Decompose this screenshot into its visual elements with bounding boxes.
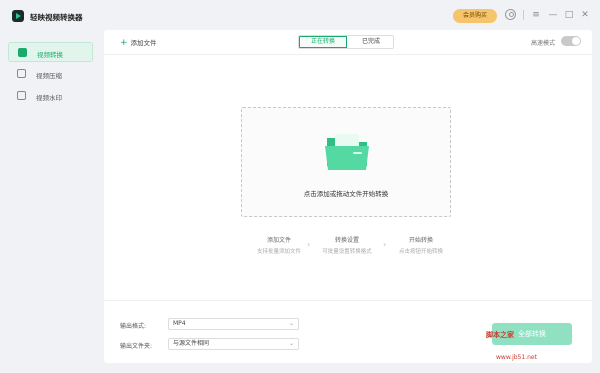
title-bar: 轻映视频转换器 会员购买 ≡ — □ ✕	[0, 0, 600, 32]
video-convert-icon	[18, 48, 27, 57]
watermark-icon	[17, 91, 26, 100]
dropzone-text: 点击添加或拖动文件开始转换	[303, 190, 389, 198]
vip-purchase-button[interactable]: 会员购买	[453, 9, 497, 23]
output-format-label: 输出格式:	[120, 323, 147, 330]
step-convert-settings: 转换设置 可批量设置转换格式	[312, 235, 382, 255]
sidebar: 视频转换 视频压缩 视频水印	[0, 32, 100, 373]
file-dropzone[interactable]: 点击添加或拖动文件开始转换	[241, 107, 451, 217]
site-watermark-url: www.jb51.net	[496, 354, 537, 361]
output-folder-label: 输出文件夹:	[120, 343, 153, 350]
site-watermark: 脚本之家	[486, 331, 514, 339]
step-desc: 支持批量添加文件	[256, 249, 301, 255]
step-desc: 点击按钮开始转换	[398, 249, 443, 255]
add-file-button[interactable]: + 添加文件	[120, 37, 157, 48]
chevron-down-icon: ⌄	[288, 340, 294, 347]
plus-icon: +	[120, 38, 128, 48]
output-folder-value: 与源文件相同	[173, 340, 210, 347]
video-compress-icon	[17, 69, 26, 78]
tab-completed[interactable]: 已完成	[347, 36, 393, 48]
chevron-right-icon: ›	[307, 240, 311, 249]
step-add-file: 添加文件 支持批量添加文件	[244, 235, 314, 255]
fast-mode-label: 高速模式	[531, 40, 556, 47]
add-file-label: 添加文件	[130, 39, 157, 47]
header-divider	[104, 54, 592, 55]
sidebar-item-video-convert[interactable]: 视频转换	[8, 42, 93, 62]
main-panel: + 添加文件 正在转换 已完成 高速模式 点击添加或拖动文件开始转换 添加文件 支…	[104, 30, 592, 363]
step-title: 转换设置	[334, 237, 359, 244]
steps-guide: 添加文件 支持批量添加文件 › 转换设置 可批量设置转换格式 › 开始转换 点击…	[104, 235, 592, 255]
tab-converting[interactable]: 正在转换	[299, 36, 347, 48]
menu-icon[interactable]: ≡	[530, 9, 542, 21]
folder-icon	[325, 134, 369, 170]
output-format-select[interactable]: MP4 ⌄	[168, 318, 299, 330]
sidebar-item-label: 视频转换	[37, 51, 63, 59]
footer-divider	[104, 300, 592, 301]
sidebar-item-video-compress[interactable]: 视频压缩	[8, 64, 93, 84]
step-desc: 可批量设置转换格式	[322, 249, 372, 255]
output-format-value: MP4	[173, 320, 186, 327]
step-title: 开始转换	[408, 237, 433, 244]
close-icon[interactable]: ✕	[579, 9, 591, 21]
step-title: 添加文件	[266, 237, 291, 244]
fast-mode-toggle[interactable]	[561, 36, 581, 46]
maximize-icon[interactable]: □	[563, 9, 575, 21]
status-tabs: 正在转换 已完成	[298, 35, 394, 49]
chevron-down-icon: ⌄	[288, 320, 294, 327]
sidebar-item-video-watermark[interactable]: 视频水印	[8, 86, 93, 106]
sidebar-item-label: 视频压缩	[36, 72, 62, 80]
sidebar-item-label: 视频水印	[36, 94, 62, 102]
user-icon[interactable]	[505, 9, 516, 20]
app-logo-icon	[12, 10, 24, 22]
minimize-icon[interactable]: —	[547, 9, 559, 21]
app-title: 轻映视频转换器	[30, 13, 83, 22]
divider	[523, 10, 524, 20]
output-folder-select[interactable]: 与源文件相同 ⌄	[168, 338, 299, 350]
step-start-convert: 开始转换 点击按钮开始转换	[386, 235, 456, 255]
